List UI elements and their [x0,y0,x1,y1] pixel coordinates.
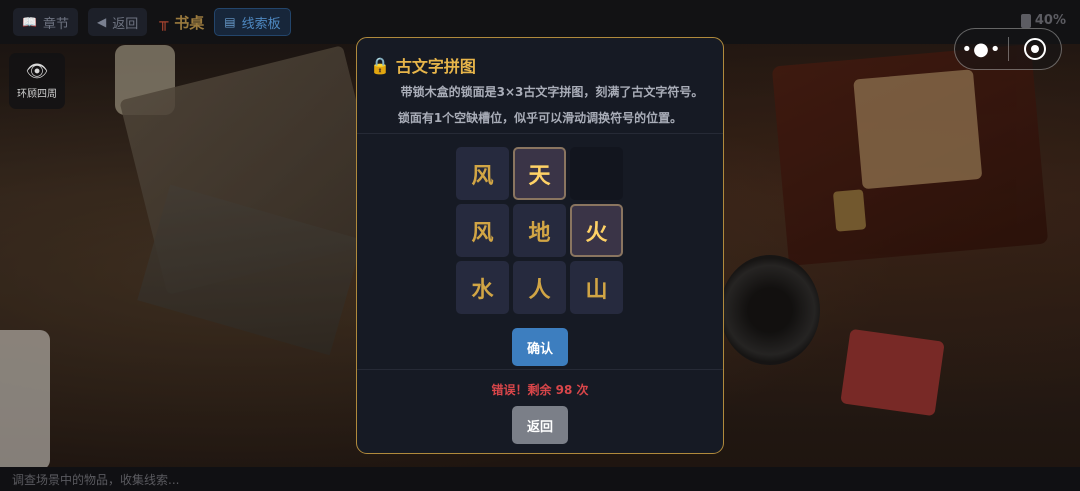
clue-board-button[interactable]: ▤ 线索板 [214,8,291,36]
look-around-button[interactable]: 👁 环顾四周 [9,53,65,109]
back-arrow-icon: ◀ [96,15,107,29]
mini-program-capsule: •●• [954,28,1062,70]
close-program-button[interactable] [1009,38,1061,60]
chapter-label: 章节 [42,16,69,32]
modal-description-1: 带锁木盒的锁面是3×3古文字拼图，刻满了古文字符号。 [400,85,704,99]
target-close-icon [1023,38,1046,60]
modal-title: 🔒 古文字拼图 [370,53,476,77]
location-title: ╥ 书桌 [159,12,204,33]
modal-divider [357,369,723,370]
modal-header: 🔒 古文字拼图 带锁木盒的锁面是3×3古文字拼图，刻满了古文字符号。 锁面有1个… [357,38,723,134]
puzzle-tile[interactable]: 人 [513,261,566,314]
puzzle-tile[interactable]: 风 [456,204,509,257]
puzzle-tile[interactable]: 风 [456,147,509,200]
confirm-button[interactable]: 确认 [512,328,568,366]
battery-text: 40% [1034,13,1066,28]
status-bar: 调查场景中的物品，收集线索... [0,467,1080,491]
clue-board-label: 线索板 [241,16,281,32]
puzzle-empty-slot[interactable] [570,147,623,200]
more-options-icon[interactable]: •●• [955,39,1008,60]
battery-icon [1020,13,1031,28]
status-text: 调查场景中的物品，收集线索... [12,472,180,487]
back-label: 返回 [112,16,139,32]
modal-description-2: 锁面有1个空缺槽位，似乎可以滑动调换符号的位置。 [397,111,683,125]
look-around-label: 环顾四周 [17,88,57,100]
location-title-text: 书桌 [174,13,205,32]
book-icon: 📖 [22,15,37,29]
puzzle-tile[interactable]: 山 [570,261,623,314]
eye-icon: 👁 [25,60,49,82]
puzzle-grid: 风 天 风 地 火 水 人 山 [456,147,624,315]
desk-icon: ╥ [159,13,169,31]
modal-back-button[interactable]: 返回 [512,406,568,444]
chapter-button[interactable]: 📖 章节 [13,8,78,36]
puzzle-tile[interactable]: 地 [513,204,566,257]
puzzle-tile[interactable]: 天 [513,147,566,200]
puzzle-tile[interactable]: 火 [570,204,623,257]
error-message: 错误！剩余 98 次 [491,383,589,397]
lock-icon: 🔒 [370,55,390,75]
clipboard-icon: ▤ [224,15,236,29]
puzzle-modal: 🔒 古文字拼图 带锁木盒的锁面是3×3古文字拼图，刻满了古文字符号。 锁面有1个… [356,37,724,454]
back-button[interactable]: ◀ 返回 [87,8,148,36]
puzzle-tile[interactable]: 水 [456,261,509,314]
game-screen: 📖 章节 ◀ 返回 ╥ 书桌 ▤ 线索板 40% •●• 👁 环顾四周 调查场景… [0,0,1080,491]
modal-title-text: 古文字拼图 [395,57,476,76]
battery-indicator: 40% [1020,13,1066,28]
